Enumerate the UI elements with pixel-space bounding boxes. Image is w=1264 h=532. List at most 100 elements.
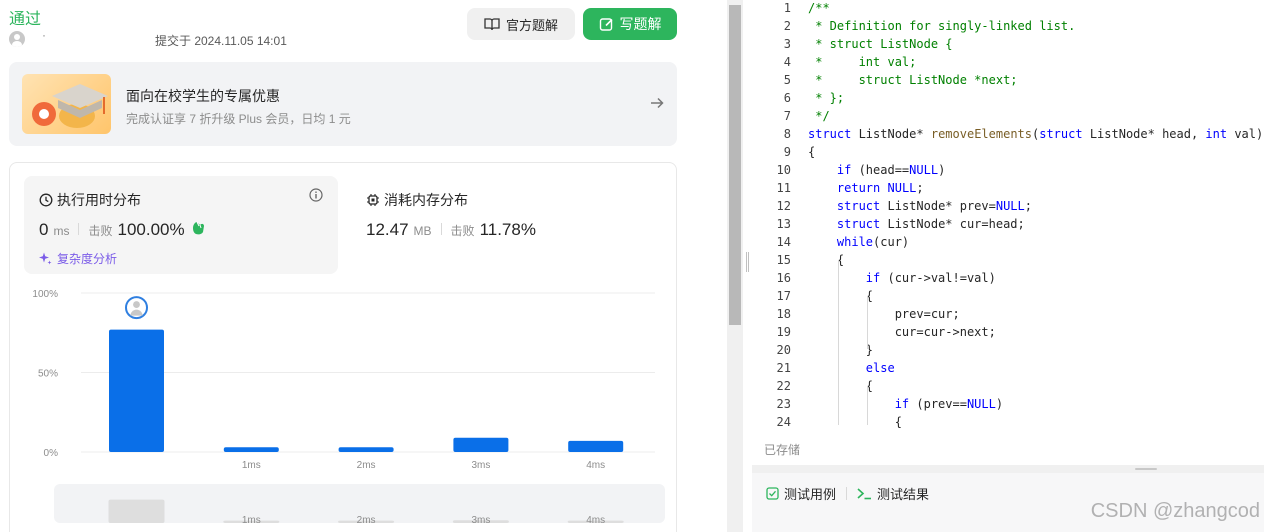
avatar-head xyxy=(133,301,140,308)
line-number: 14 xyxy=(776,235,791,249)
code-text: if (cur->val!=val) xyxy=(865,271,996,285)
memory-panel-tab[interactable]: 消耗内存分布 xyxy=(366,190,468,210)
code-line[interactable]: 24 { xyxy=(752,413,1264,431)
code-line[interactable]: 23 if (prev==NULL) xyxy=(752,395,1264,413)
code-line[interactable]: 10 if (head==NULL) xyxy=(752,161,1264,179)
complexity-analysis-link[interactable]: 复杂度分析 xyxy=(39,250,117,267)
code-text: { xyxy=(808,289,874,303)
line-number: 18 xyxy=(776,307,791,321)
code-line[interactable]: 9{ xyxy=(752,143,1264,161)
test-tabs: 测试用例 测试结果 xyxy=(766,484,929,503)
overview-tick-label: 1ms xyxy=(242,515,261,526)
code-text: { xyxy=(808,379,874,393)
code-text: /** xyxy=(808,1,830,15)
editor-resize-bar[interactable] xyxy=(752,465,1264,473)
scrollbar-thumb[interactable] xyxy=(729,5,741,325)
code-line[interactable]: 14 while(cur) xyxy=(752,233,1264,251)
clock-icon xyxy=(39,193,53,207)
code-line[interactable]: 3 * struct ListNode { xyxy=(752,35,1264,53)
code-line[interactable]: 7 */ xyxy=(752,107,1264,125)
runtime-unit: ms xyxy=(53,224,70,238)
code-line[interactable]: 19 cur=cur->next; xyxy=(752,323,1264,341)
bar-1ms[interactable] xyxy=(223,447,279,452)
line-number: 5 xyxy=(783,73,791,87)
code-line[interactable]: 5 * struct ListNode *next; xyxy=(752,71,1264,89)
code-line[interactable]: 18 prev=cur; xyxy=(752,305,1264,323)
memory-beat-label: 击败 xyxy=(450,224,475,238)
user-avatar[interactable] xyxy=(9,31,25,47)
code-editor[interactable]: 已存储 1 /** 2 * Definition for singly-linked… xyxy=(752,0,1264,465)
student-promo-banner[interactable]: 面向在校学生的专属优惠 完成认证享 7 折升级 Plus 会员，日均 1 元 xyxy=(9,62,677,146)
line-number: 7 xyxy=(783,109,791,123)
line-number: 13 xyxy=(776,217,791,231)
line-number: 23 xyxy=(776,397,791,411)
arrow-right-icon[interactable] xyxy=(649,95,665,111)
line-number: 15 xyxy=(776,253,791,267)
code-line[interactable]: 16 if (cur->val!=val) xyxy=(752,269,1264,287)
divider xyxy=(440,223,442,235)
resize-handle[interactable] xyxy=(1135,468,1157,470)
code-text: struct ListNode* cur=head; xyxy=(836,217,1025,231)
code-text: * Definition for singly-linked list. xyxy=(808,19,1076,33)
line-number: 6 xyxy=(783,91,791,105)
y-tick-label: 100% xyxy=(32,289,58,300)
bar-0ms[interactable] xyxy=(109,329,164,452)
left-panel-scrollbar[interactable] xyxy=(727,0,743,532)
code-text: * struct ListNode { xyxy=(808,37,953,51)
complexity-analysis-label: 复杂度分析 xyxy=(57,252,118,266)
line-number: 24 xyxy=(776,415,791,429)
promo-subtitle: 完成认证享 7 折升级 Plus 会员，日均 1 元 xyxy=(126,112,351,126)
divider xyxy=(78,223,80,235)
line-number: 21 xyxy=(776,361,791,375)
tab-test-result[interactable]: 测试结果 xyxy=(857,484,929,503)
watermark: CSDN @zhangcod xyxy=(1090,500,1260,522)
indent-guide xyxy=(838,260,839,425)
line-number: 16 xyxy=(776,271,791,285)
runtime-panel[interactable]: 执行用时分布 0 ms 击败 100.00% 复杂度分析 xyxy=(24,176,338,274)
code-text: struct ListNode* prev=NULL; xyxy=(836,199,1032,213)
line-number: 9 xyxy=(783,145,791,159)
memory-value: 12.47 xyxy=(366,220,409,239)
official-solution-label: 官方题解 xyxy=(505,17,558,33)
official-solution-button[interactable]: 官方题解 xyxy=(467,8,575,40)
code-line[interactable]: 22 { xyxy=(752,377,1264,395)
line-number: 20 xyxy=(776,343,791,357)
tab-testcase[interactable]: 测试用例 xyxy=(766,484,836,503)
bar-2ms[interactable] xyxy=(338,447,394,452)
runtime-distribution-chart[interactable]: 100% 50% 0% 1ms 2ms 3ms 4ms 1ms 2ms 3ms 4ms xyxy=(10,273,678,532)
y-tick-label: 50% xyxy=(38,369,58,380)
write-solution-button[interactable]: 写题解 xyxy=(583,8,677,40)
code-line[interactable]: 8 struct ListNode* removeElements(struct … xyxy=(752,125,1264,143)
app-root: 通过 · 提交于 2024.11.05 14:01 官方题解 写题解 面向在校学… xyxy=(0,0,1264,532)
line-number: 1 xyxy=(783,1,791,15)
checkbox-icon xyxy=(766,487,779,500)
code-line[interactable]: 20 } xyxy=(752,341,1264,359)
line-number: 11 xyxy=(776,181,791,195)
status-accepted: 通过 xyxy=(9,11,42,28)
memory-title-text: 消耗内存分布 xyxy=(384,192,468,208)
code-line[interactable]: 17 { xyxy=(752,287,1264,305)
promo-title: 面向在校学生的专属优惠 xyxy=(126,88,280,104)
username[interactable]: · xyxy=(42,28,46,42)
x-tick-label: 4ms xyxy=(586,460,605,471)
code-text: * }; xyxy=(808,91,845,105)
code-line[interactable]: 1 /** xyxy=(752,0,1264,17)
panel-resize-handle[interactable] xyxy=(746,252,749,272)
code-line[interactable]: 12 struct ListNode* prev=NULL; xyxy=(752,197,1264,215)
memory-beat-value: 11.78% xyxy=(479,220,536,239)
code-line[interactable]: 11 return NULL; xyxy=(752,179,1264,197)
runtime-beat-value: 100.00% xyxy=(117,220,185,239)
line-number: 4 xyxy=(783,55,791,69)
code-line[interactable]: 2 * Definition for singly-linked list. xyxy=(752,17,1264,35)
code-text: */ xyxy=(808,109,830,123)
bar-4ms[interactable] xyxy=(568,440,624,452)
info-icon[interactable] xyxy=(309,188,323,202)
memory-values: 12.47 MB 击败 11.78% xyxy=(366,220,536,240)
code-line[interactable]: 13 struct ListNode* cur=head; xyxy=(752,215,1264,233)
code-line[interactable]: 4 * int val; xyxy=(752,53,1264,71)
code-line[interactable]: 6 * }; xyxy=(752,89,1264,107)
bar-3ms[interactable] xyxy=(453,437,509,452)
code-text: { xyxy=(808,145,816,159)
code-line[interactable]: 15 { xyxy=(752,251,1264,269)
code-line[interactable]: 21 else xyxy=(752,359,1264,377)
